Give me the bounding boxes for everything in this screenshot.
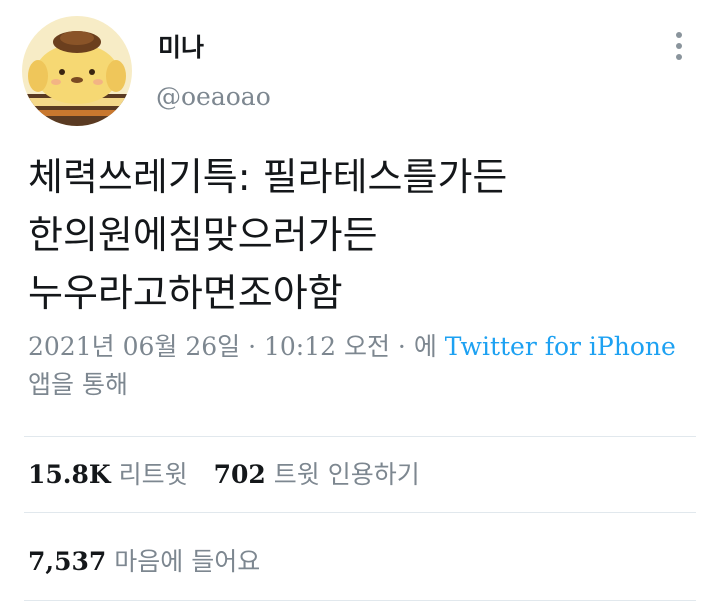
pompompurin-avatar-icon — [22, 16, 132, 126]
likes-count: 7,537 — [28, 547, 107, 576]
divider — [24, 512, 696, 513]
divider — [24, 436, 696, 437]
more-dot-icon — [676, 43, 682, 49]
likes-stats: 7,537 마음에 들어요 — [28, 542, 260, 578]
more-dot-icon — [676, 54, 682, 60]
quote-tweets-count: 702 — [213, 460, 266, 489]
tweet-text-line: 누우라고하면조아함 — [28, 271, 343, 315]
tweet-detail: 미나 @oeaoao 체력쓰레기특: 필라테스를가든 한의원에침맞으러가든 누우… — [0, 0, 720, 606]
retweets-label: 리트윗 — [118, 460, 188, 489]
likes-stat[interactable]: 7,537 마음에 들어요 — [28, 542, 260, 578]
avatar[interactable] — [22, 16, 132, 126]
tweet-metadata: 2021년 06월 26일 · 10:12 오전 · 에 Twitter for… — [28, 328, 698, 404]
retweets-count: 15.8K — [28, 460, 111, 489]
likes-label: 마음에 들어요 — [114, 547, 261, 576]
tweet-text: 체력쓰레기특: 필라테스를가든 한의원에침맞으러가든 누우라고하면조아함 — [28, 148, 688, 322]
tweet-text-line: 체력쓰레기특: 필라테스를가든 — [28, 155, 508, 199]
quote-tweets-label: 트윗 인용하기 — [273, 460, 420, 489]
more-options-button[interactable] — [664, 24, 694, 68]
engagement-stats: 15.8K 리트윗 702 트윗 인용하기 — [28, 455, 420, 491]
more-dot-icon — [676, 32, 682, 38]
quote-tweets-stat[interactable]: 702 트윗 인용하기 — [214, 455, 420, 491]
divider — [24, 600, 696, 601]
source-link[interactable]: Twitter for iPhone — [445, 332, 676, 361]
display-name[interactable]: 미나 — [158, 28, 204, 64]
tweet-timestamp[interactable]: 2021년 06월 26일 · 10:12 오전 · 에 — [28, 332, 445, 361]
retweets-stat[interactable]: 15.8K 리트윗 — [28, 455, 188, 491]
user-handle[interactable]: @oeaoao — [156, 82, 271, 111]
tweet-text-line: 한의원에침맞으러가든 — [28, 213, 378, 257]
source-suffix: 앱을 통해 — [28, 370, 128, 399]
